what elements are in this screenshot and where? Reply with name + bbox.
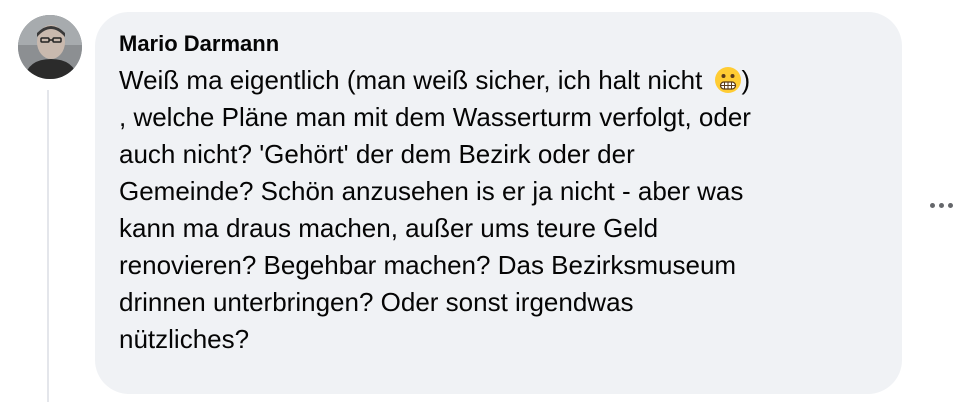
comment-line: kann ma draus machen, außer ums teure Ge… (119, 213, 659, 243)
comment-line: Gemeinde? Schön anzusehen is er ja nicht… (119, 176, 744, 206)
more-options-button[interactable] (924, 188, 958, 222)
comment-author[interactable]: Mario Darmann (119, 29, 279, 59)
avatar[interactable] (18, 15, 82, 79)
more-options-dot (947, 202, 953, 208)
comment-line: , welche Pläne man mit dem Wasserturm ve… (119, 102, 751, 132)
more-options-dot (929, 202, 935, 208)
more-options-dot (938, 202, 944, 208)
grimacing-face-emoji-icon (714, 67, 741, 93)
profile-photo-icon (18, 15, 82, 79)
comment-line: auch nicht? 'Gehört' der dem Bezirk oder… (119, 139, 635, 169)
comment-text: Weiß ma eigentlich (man weiß sicher, ich… (119, 62, 879, 358)
comment-bubble: Mario Darmann Weiß ma eigentlich (man we… (95, 12, 902, 394)
comment-line: drinnen unterbringen? Oder sonst irgendw… (119, 287, 634, 317)
thread-line (47, 90, 49, 402)
comment-line: nützliches? (119, 324, 250, 354)
comment-line: renovieren? Begehbar machen? Das Bezirks… (119, 250, 737, 280)
comment-line: Weiß ma eigentlich (man weiß sicher, ich… (119, 65, 751, 95)
